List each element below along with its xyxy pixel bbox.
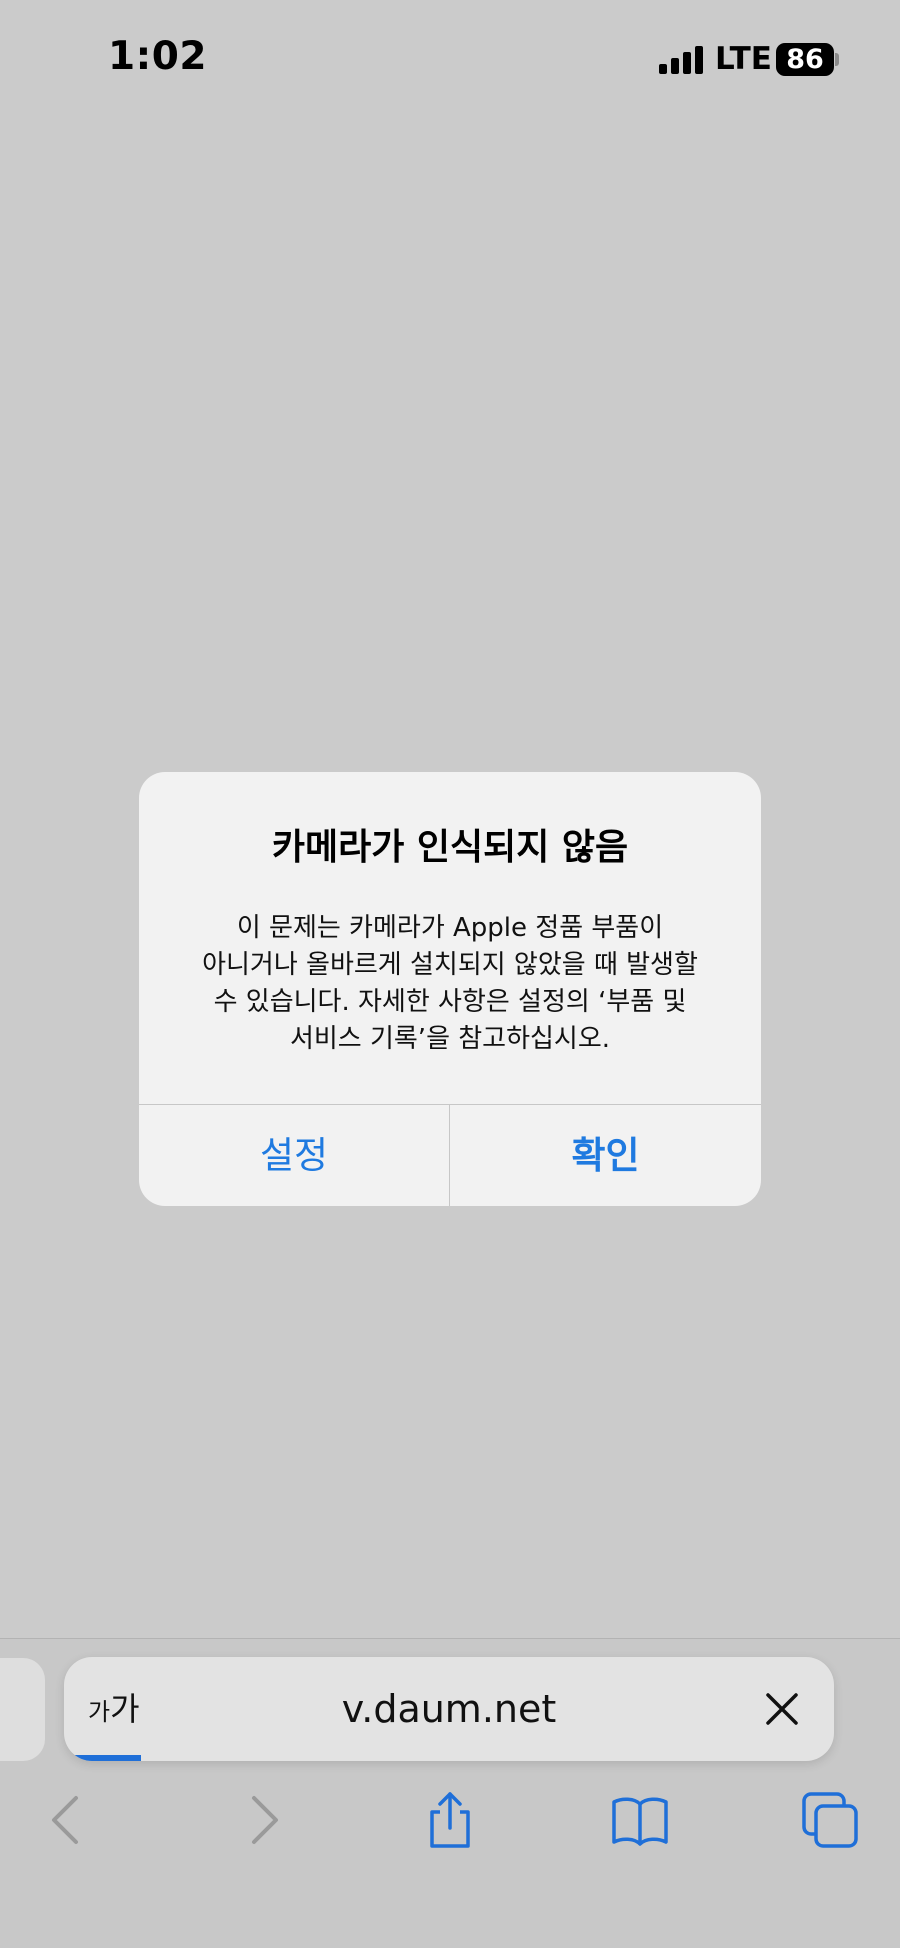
- status-bar: 1:02 LTE 86: [0, 0, 900, 120]
- alert-title: 카메라가 인식되지 않음: [271, 827, 629, 868]
- network-type: LTE: [715, 41, 772, 77]
- share-icon[interactable]: [420, 1790, 480, 1850]
- battery-level: 86: [786, 44, 824, 75]
- status-time: 1:02: [108, 34, 208, 79]
- page-load-progress: [64, 1755, 141, 1761]
- alert-message-line: 아니거나 올바르게 설치되지 않았을 때 발생할: [202, 950, 698, 980]
- url-text[interactable]: v.daum.net: [64, 1657, 834, 1761]
- settings-button[interactable]: 설정: [139, 1105, 449, 1206]
- battery-cap: [835, 53, 839, 66]
- confirm-button[interactable]: 확인: [450, 1105, 761, 1206]
- alert-message-line: 이 문제는 카메라가 Apple 정품 부품이: [236, 913, 664, 943]
- alert-message: 이 문제는 카메라가 Apple 정품 부품이 아니거나 올바르게 설치되지 않…: [175, 910, 725, 1058]
- bookmarks-icon[interactable]: [610, 1790, 670, 1850]
- camera-alert-dialog: 카메라가 인식되지 않음 이 문제는 카메라가 Apple 정품 부품이 아니거…: [139, 772, 761, 1206]
- close-icon[interactable]: [764, 1691, 800, 1727]
- tabs-icon[interactable]: [800, 1790, 860, 1850]
- previous-tab-preview[interactable]: [0, 1658, 45, 1761]
- address-bar[interactable]: 가가 v.daum.net: [64, 1657, 834, 1761]
- alert-message-line: 수 있습니다. 자세한 사항은 설정의 ‘부품 및: [213, 987, 687, 1017]
- back-icon[interactable]: [38, 1790, 98, 1850]
- bottom-bar-divider: [0, 1638, 900, 1639]
- battery-icon: 86: [776, 43, 834, 76]
- signal-strength-icon: [659, 46, 703, 74]
- alert-message-line: 서비스 기록’을 참고하십시오.: [289, 1024, 611, 1054]
- forward-icon[interactable]: [232, 1790, 292, 1850]
